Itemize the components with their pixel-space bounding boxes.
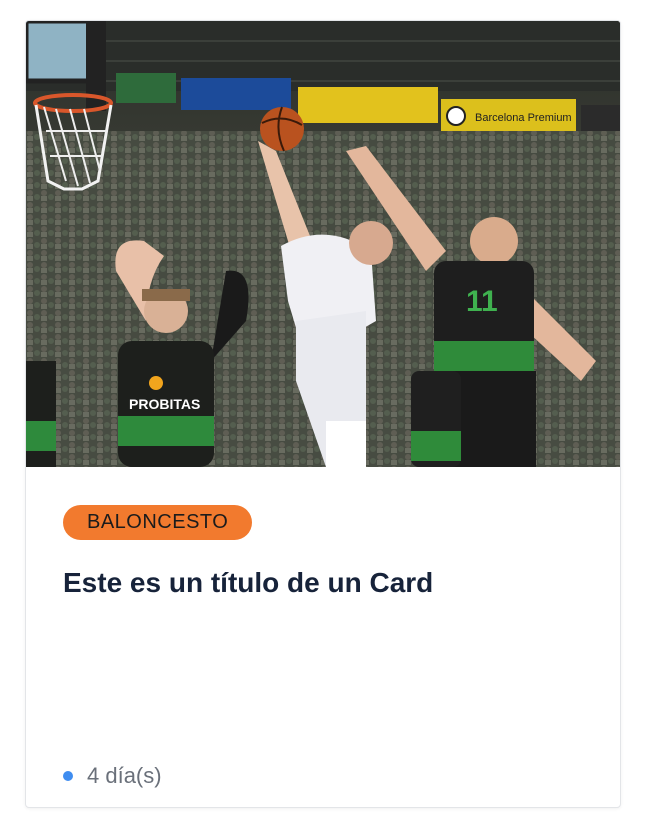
time-ago: 4 día(s) [87,763,162,788]
status-dot-icon [63,771,73,781]
card-meta: 4 día(s) [63,763,162,789]
category-badge[interactable]: BALONCESTO [63,505,253,540]
card-content: BALONCESTO Este es un título de un Card … [26,467,620,807]
card-image[interactable]: Barcelona Premium PROBITAS 11 [26,21,620,467]
card-title[interactable]: Este es un título de un Card [63,567,433,599]
basketball-photo: Barcelona Premium PROBITAS 11 [26,21,620,467]
jersey-number: 11 [466,285,498,318]
jersey-text: PROBITAS [129,396,200,412]
news-card[interactable]: Barcelona Premium PROBITAS 11 BALONCESTO… [25,20,621,808]
banner-text: Barcelona Premium [475,112,572,124]
